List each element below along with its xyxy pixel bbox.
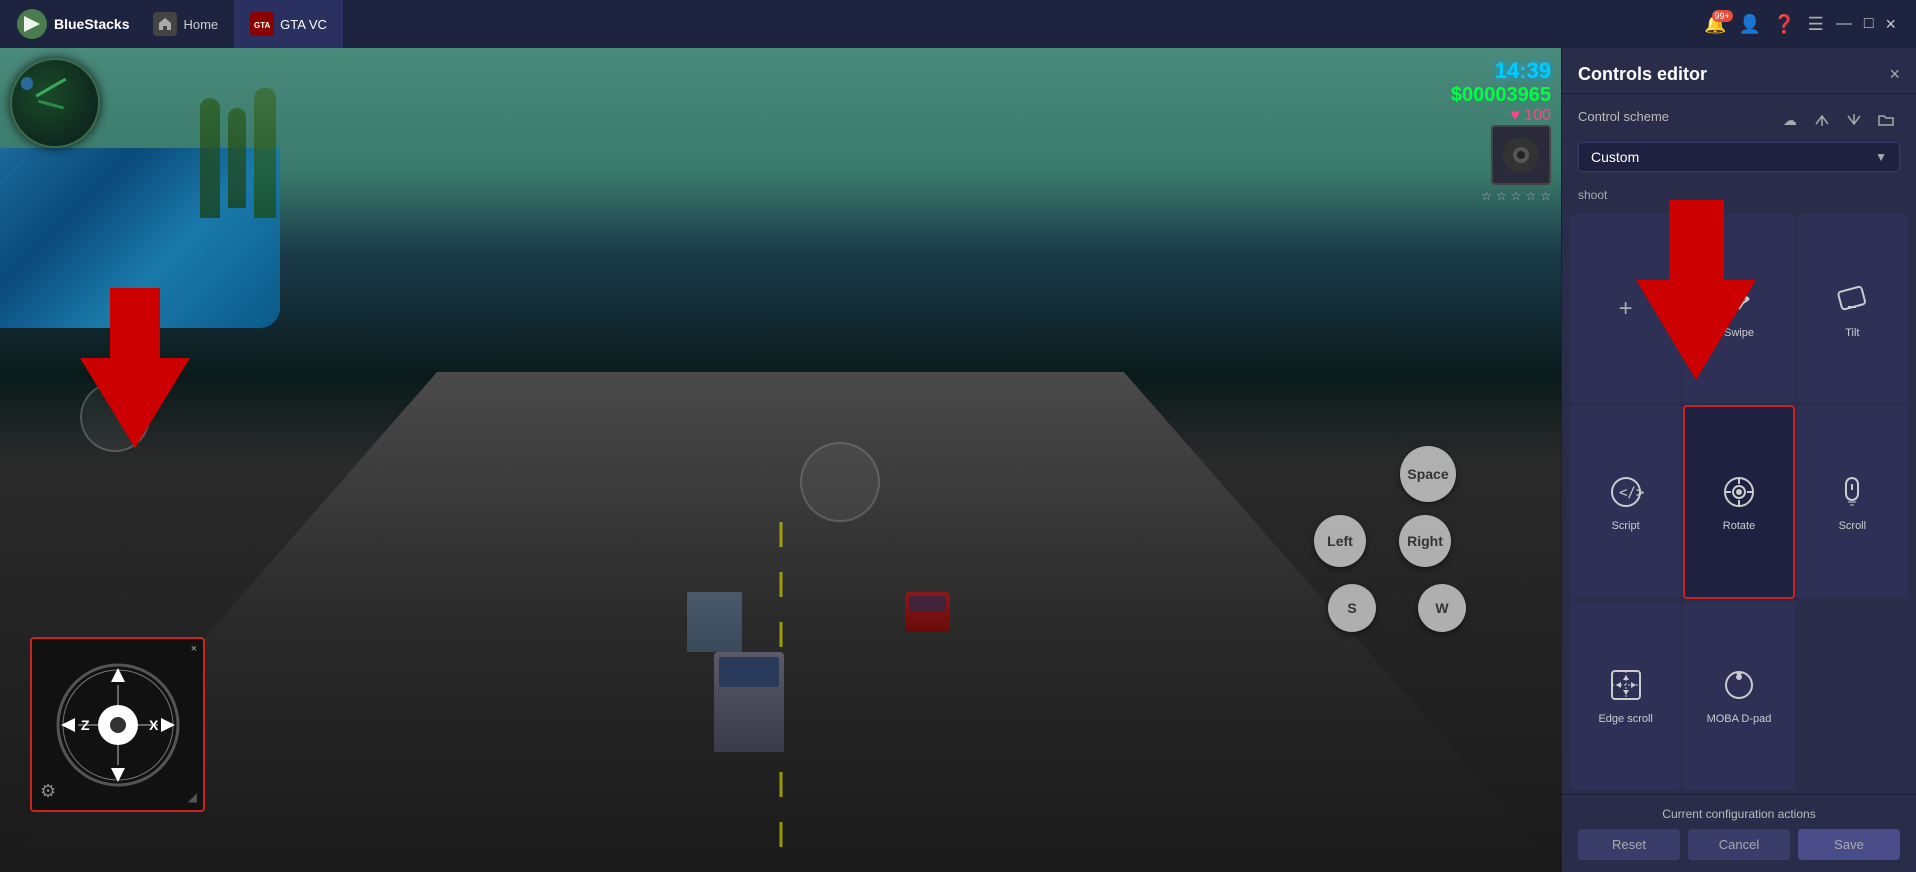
moba-dpad-icon [1719,665,1759,705]
tilt-label: Tilt [1845,327,1859,339]
svg-text:Z: Z [81,717,90,733]
panel-close-button[interactable]: × [1889,64,1900,85]
moba-dpad-label: MOBA D-pad [1707,713,1772,725]
wanted-stars: ☆☆☆☆☆ [1451,189,1551,203]
rotate-icon [1719,472,1759,512]
game-area: N 14:39 $00003965 ♥ 100 ☆☆☆☆☆ Space [0,48,1561,872]
help-icon[interactable]: ❓ [1773,14,1795,35]
reset-button[interactable]: Reset [1578,829,1680,860]
w-button[interactable]: W [1418,584,1466,632]
save-button[interactable]: Save [1798,829,1900,860]
controls-grid: + Swipe [1562,210,1916,794]
swipe-icon [1719,279,1759,319]
folder-button[interactable] [1872,106,1900,134]
minimap: N [10,58,100,148]
svg-text:</>: </> [1619,485,1644,501]
script-label: Script [1612,520,1640,532]
footer-buttons: Reset Cancel Save [1578,829,1900,860]
s-button[interactable]: S [1328,584,1376,632]
add-icon: + [1619,295,1633,323]
hud-top-right: 14:39 $00003965 ♥ 100 ☆☆☆☆☆ [1451,58,1551,203]
export-button[interactable] [1808,106,1836,134]
menu-icon[interactable]: ☰ [1808,14,1824,35]
svg-text:X: X [149,717,159,733]
rotate-corner-handle[interactable]: ◢ [188,790,197,804]
rotate-control-overlay: × [30,637,205,812]
rotate-label: Rotate [1723,520,1755,532]
red-arrow-left [80,288,190,448]
rotate-close-button[interactable]: × [191,643,197,655]
footer-title: Current configuration actions [1578,807,1900,821]
panel-title: Controls editor [1578,64,1707,85]
app-name: BlueStacks [54,16,129,32]
top-bar: BlueStacks Home GTA GTA VC 🔔 99+ 👤 ❓ ☰ —… [0,0,1916,48]
van-vehicle [714,652,784,752]
scheme-value: Custom [1591,149,1639,165]
left-button[interactable]: Left [1314,515,1366,567]
rotate-wheel-icon: Z X [53,660,183,790]
tab-gta[interactable]: GTA GTA VC [234,0,343,48]
cancel-button[interactable]: Cancel [1688,829,1790,860]
scroll-control-item[interactable]: Scroll [1797,405,1908,598]
window-close-button[interactable]: × [1885,14,1896,35]
controls-editor-panel: Controls editor × Control scheme ☁ [1561,48,1916,872]
tilt-control-item[interactable]: Tilt [1797,214,1908,403]
main-content: N 14:39 $00003965 ♥ 100 ☆☆☆☆☆ Space [0,48,1916,872]
svg-text:GTA: GTA [254,21,271,30]
account-icon[interactable]: 👤 [1739,14,1761,35]
moba-dpad-control-item[interactable]: MOBA D-pad [1683,601,1794,790]
minimize-button[interactable]: — [1836,15,1852,33]
scheme-dropdown[interactable]: Custom ▼ [1578,142,1900,172]
script-control-item[interactable]: </> Script [1570,405,1681,598]
scroll-icon [1832,472,1872,512]
scroll-label-item: Scroll [1839,520,1867,532]
import-button[interactable] [1840,106,1868,134]
notification-badge: 99+ [1712,10,1733,22]
weapon-icon [1491,125,1551,185]
top-right-controls: 🔔 99+ 👤 ❓ ☰ — □ × [1704,14,1908,35]
dropdown-arrow-icon: ▼ [1875,150,1887,164]
notification-bell[interactable]: 🔔 99+ [1704,14,1726,35]
swipe-control-item[interactable]: Swipe [1683,214,1794,403]
home-tab-label: Home [183,17,218,32]
control-scheme-section: Control scheme ☁ Custom ▼ [1562,94,1916,184]
truck-vehicle [687,592,742,652]
right-button[interactable]: Right [1399,515,1451,567]
space-button[interactable]: Space [1400,446,1456,502]
touch-circle-right[interactable] [800,442,880,522]
edge-scroll-label: Edge scroll [1598,713,1652,725]
hud-time: 14:39 [1495,58,1551,83]
swipe-label: Swipe [1724,327,1754,339]
tab-home[interactable]: Home [137,0,234,48]
panel-header: Controls editor × [1562,48,1916,94]
add-control-button[interactable]: + [1570,214,1681,403]
script-icon: </> [1606,472,1646,512]
background-scenery [200,78,1361,238]
hud-money: $00003965 [1451,84,1551,107]
scheme-action-icons: ☁ [1776,106,1900,134]
tilt-icon [1832,279,1872,319]
red-car [905,592,950,632]
logo-area: BlueStacks [8,8,137,40]
gta-tab-label: GTA VC [280,17,327,32]
edge-scroll-icon [1606,665,1646,705]
home-tab-icon [153,12,177,36]
rotate-control-item[interactable]: Rotate [1683,405,1794,598]
edge-scroll-control-item[interactable]: Edge scroll [1570,601,1681,790]
gta-tab-icon: GTA [250,12,274,36]
shoot-label: shoot [1562,184,1916,210]
maximize-button[interactable]: □ [1864,15,1874,33]
bluestacks-logo-icon [16,8,48,40]
save-cloud-button[interactable]: ☁ [1776,106,1804,134]
hud-health: ♥ 100 [1451,107,1551,125]
rotate-settings-icon[interactable]: ⚙ [40,781,56,802]
scheme-label: Control scheme [1578,109,1669,124]
panel-footer: Current configuration actions Reset Canc… [1562,794,1916,872]
